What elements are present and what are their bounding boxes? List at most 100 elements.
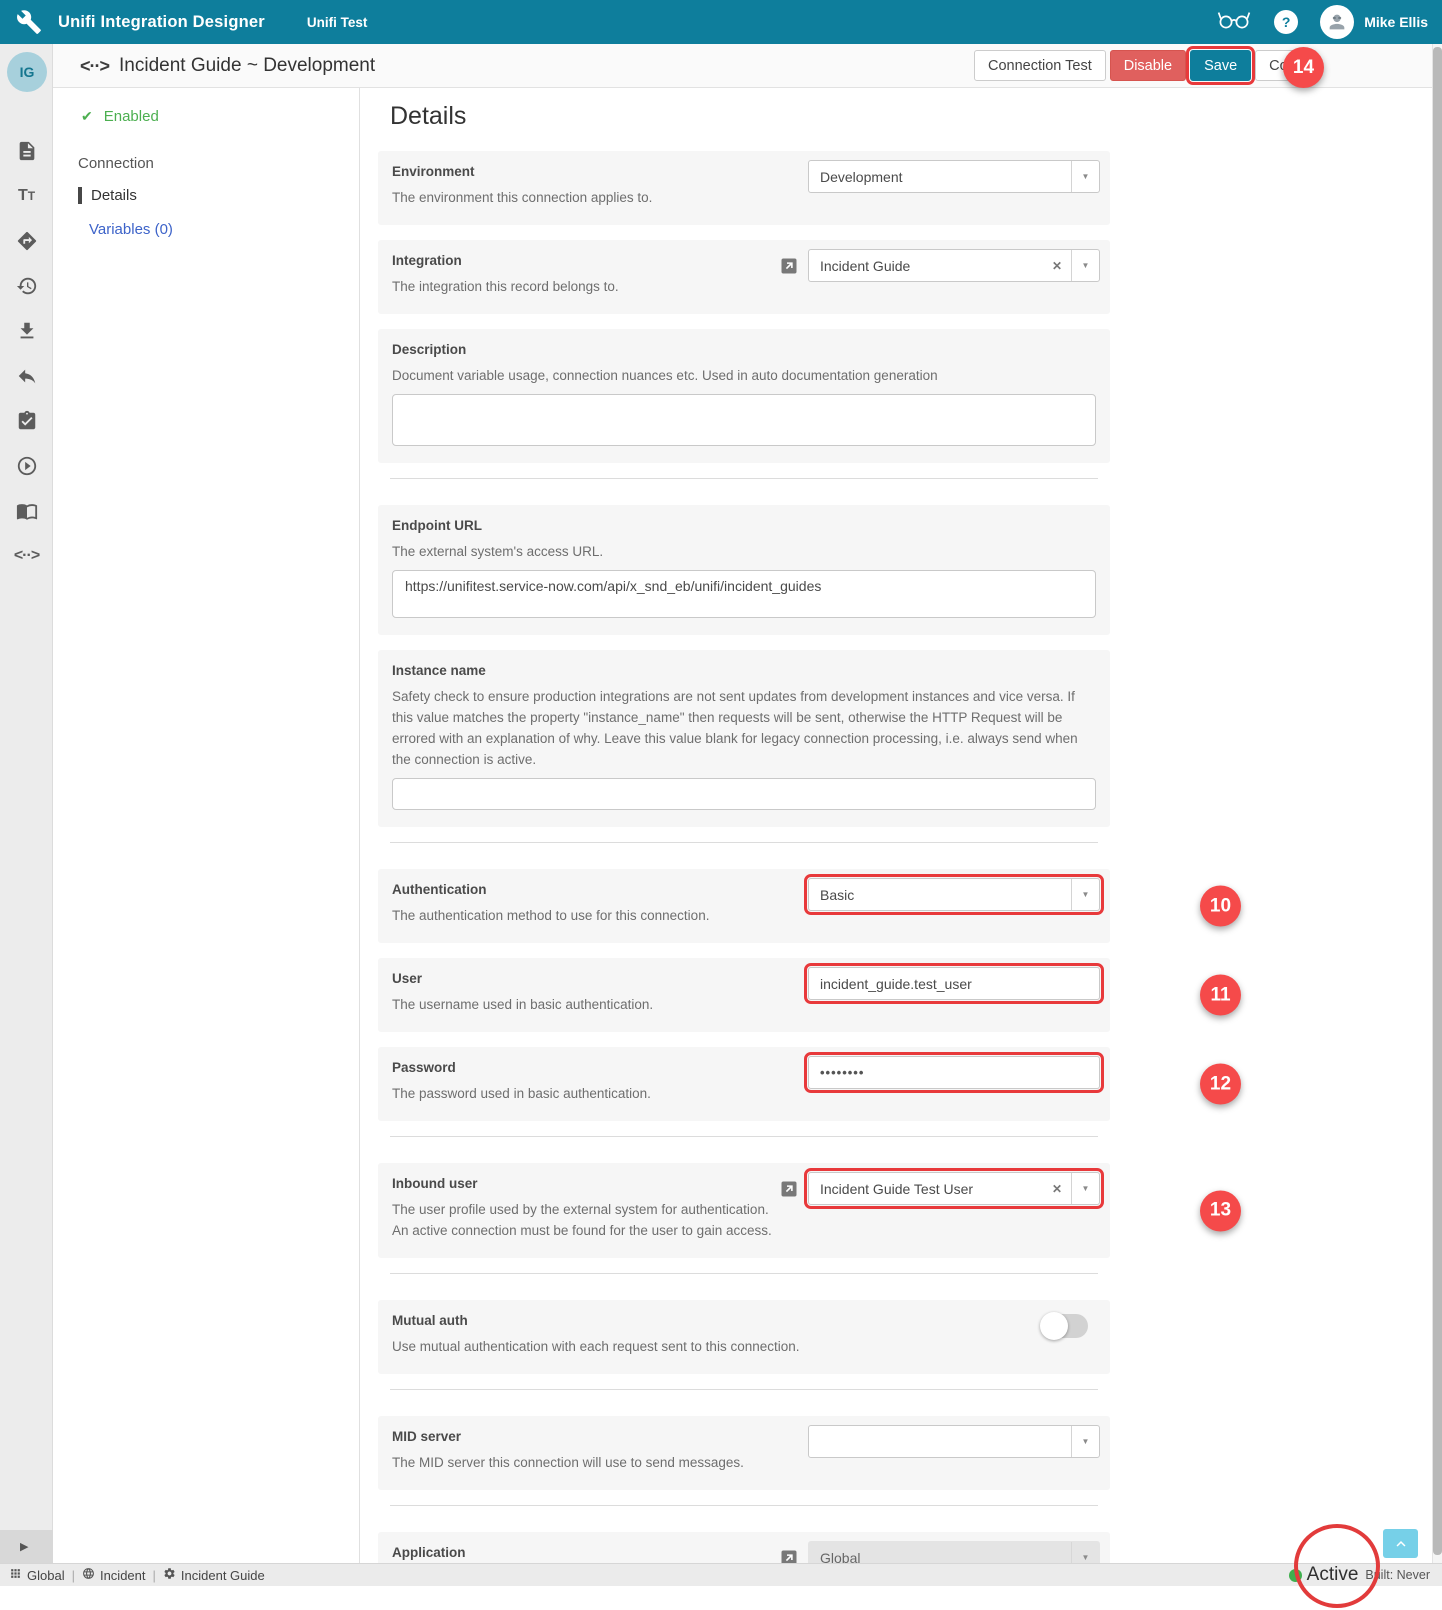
record-nav-panel: ✔ Enabled Connection DetailsVariables (0… <box>53 88 360 1563</box>
field-label: Endpoint URL <box>392 518 1096 533</box>
preview-glasses-icon[interactable] <box>1216 10 1252 35</box>
disable-button[interactable]: Disable <box>1110 50 1186 81</box>
clear-icon[interactable]: ✕ <box>1043 259 1071 273</box>
chevron-right-icon: ▶ <box>20 1540 28 1553</box>
field-description: The environment this connection applies … <box>392 187 812 208</box>
gear-icon <box>163 1567 176 1583</box>
field-label: Mutual auth <box>392 1313 1096 1328</box>
inbound-user-reference-input[interactable]: Incident Guide Test User ✕ ▼ <box>808 1172 1100 1205</box>
globe-icon <box>82 1567 95 1583</box>
section-divider <box>390 1505 1098 1506</box>
chevron-up-icon <box>1392 1535 1410 1553</box>
field-description: The authentication method to use for thi… <box>392 905 812 926</box>
field-application: Application Application containing this … <box>378 1532 1110 1563</box>
user-avatar[interactable] <box>1320 5 1354 39</box>
breadcrumb-incident[interactable]: Incident <box>82 1567 146 1583</box>
field-inbound-user: Inbound user The user profile used by th… <box>378 1163 1110 1258</box>
play-circle-icon[interactable] <box>0 443 53 488</box>
endpoint-url-input[interactable]: https://unifitest.service-now.com/api/x_… <box>392 570 1096 618</box>
chevron-down-icon: ▼ <box>1071 1542 1099 1563</box>
field-label: Instance name <box>392 663 1096 678</box>
field-description: The integration this record belongs to. <box>392 276 812 297</box>
breadcrumb-incident-guide[interactable]: Incident Guide <box>163 1567 265 1583</box>
section-divider <box>390 1273 1098 1274</box>
clear-icon[interactable]: ✕ <box>1043 1182 1071 1196</box>
wrench-logo-icon[interactable] <box>16 9 42 35</box>
active-status-label: Active <box>1307 1564 1359 1586</box>
open-record-icon[interactable] <box>779 1179 799 1199</box>
environment-select[interactable]: Development ▼ <box>808 160 1100 193</box>
annotation-step-badge: 13 <box>1200 1190 1241 1231</box>
nav-item-details[interactable]: Details <box>78 187 359 204</box>
field-endpoint-url: Endpoint URL The external system's acces… <box>378 505 1110 635</box>
description-input[interactable] <box>392 394 1096 446</box>
chevron-down-icon[interactable]: ▼ <box>1071 1426 1099 1457</box>
record-toolbar: <··> Incident Guide ~ Development Connec… <box>53 44 1432 88</box>
authentication-select[interactable]: Basic ▼ <box>808 878 1100 911</box>
breadcrumb-global[interactable]: Global <box>9 1567 65 1583</box>
section-divider <box>390 1136 1098 1137</box>
field-mid-server: MID server The MID server this connectio… <box>378 1416 1110 1490</box>
chevron-down-icon[interactable]: ▼ <box>1071 879 1099 910</box>
field-description: The user profile used by the external sy… <box>392 1199 812 1220</box>
nav-item-variables-0[interactable]: Variables (0) <box>78 221 359 238</box>
collapse-panel-button[interactable]: ▶ <box>0 1530 53 1563</box>
unifi-integration-designer-window: Unifi Integration Designer Unifi Test ? … <box>0 0 1442 1610</box>
chevron-down-icon[interactable]: ▼ <box>1071 161 1099 192</box>
icon-rail: TT <··> <box>0 44 53 1563</box>
open-record-icon[interactable] <box>779 1548 799 1564</box>
field-description: Safety check to ensure production integr… <box>392 686 1096 770</box>
enabled-status-label: Enabled <box>104 108 159 125</box>
section-divider <box>390 478 1098 479</box>
instance-name-label: Unifi Test <box>307 15 368 30</box>
directions-icon[interactable] <box>0 218 53 263</box>
field-description: An active connection must be found for t… <box>392 1220 812 1241</box>
mutual-auth-toggle[interactable] <box>1042 1314 1088 1338</box>
download-icon[interactable] <box>0 308 53 353</box>
save-button[interactable]: Save <box>1190 50 1251 81</box>
password-input[interactable]: •••••••• <box>808 1056 1100 1089</box>
field-description: The username used in basic authenticatio… <box>392 994 812 1015</box>
scroll-to-top-button[interactable] <box>1383 1529 1418 1558</box>
field-instance-name: Instance name Safety check to ensure pro… <box>378 650 1110 827</box>
field-description: The password used in basic authenticatio… <box>392 1083 812 1104</box>
document-icon[interactable] <box>0 128 53 173</box>
instance-name-input[interactable] <box>392 778 1096 810</box>
documentation-icon[interactable] <box>0 488 53 533</box>
vertical-scrollbar[interactable] <box>1432 44 1442 1563</box>
connection-code-icon: <··> <box>80 56 109 77</box>
chevron-down-icon[interactable]: ▼ <box>1071 1173 1099 1204</box>
page-title: Details <box>390 102 1432 131</box>
grid-icon <box>9 1567 22 1583</box>
application-reference-input: Global ▼ <box>808 1541 1100 1563</box>
field-description: The external system's access URL. <box>392 541 1096 562</box>
record-title-label: Incident Guide ~ Development <box>119 55 375 77</box>
tasks-icon[interactable] <box>0 398 53 443</box>
app-header: Unifi Integration Designer Unifi Test ? … <box>0 0 1442 44</box>
enabled-status: ✔ Enabled <box>81 108 359 125</box>
chevron-down-icon[interactable]: ▼ <box>1071 250 1099 281</box>
user-name-label: Mike Ellis <box>1364 14 1428 30</box>
history-icon[interactable] <box>0 263 53 308</box>
record-title: <··> Incident Guide ~ Development <box>80 44 375 88</box>
field-password: Password The password used in basic auth… <box>378 1047 1110 1121</box>
details-form-panel: Details Environment The environment this… <box>360 88 1432 1563</box>
status-bar: Global| Incident| Incident Guide Active … <box>0 1563 1442 1586</box>
field-authentication: Authentication The authentication method… <box>378 869 1110 943</box>
code-icon[interactable]: <··> <box>0 533 53 578</box>
connection-test-button[interactable]: Connection Test <box>974 50 1106 81</box>
reply-icon[interactable] <box>0 353 53 398</box>
scrollbar-thumb[interactable] <box>1433 47 1442 1555</box>
built-status-label: Built: Never <box>1365 1568 1430 1582</box>
field-label: Description <box>392 342 1096 357</box>
user-input[interactable]: incident_guide.test_user <box>808 967 1100 1000</box>
help-icon[interactable]: ? <box>1274 10 1298 34</box>
mid-server-select[interactable]: ▼ <box>808 1425 1100 1458</box>
annotation-step-badge: 11 <box>1200 975 1241 1016</box>
crumb-separator: | <box>153 1568 156 1583</box>
open-record-icon[interactable] <box>779 256 799 276</box>
text-format-icon[interactable]: TT <box>0 173 53 218</box>
record-avatar[interactable]: IG <box>7 52 47 92</box>
annotation-step-badge: 12 <box>1200 1064 1241 1105</box>
integration-reference-input[interactable]: Incident Guide ✕ ▼ <box>808 249 1100 282</box>
